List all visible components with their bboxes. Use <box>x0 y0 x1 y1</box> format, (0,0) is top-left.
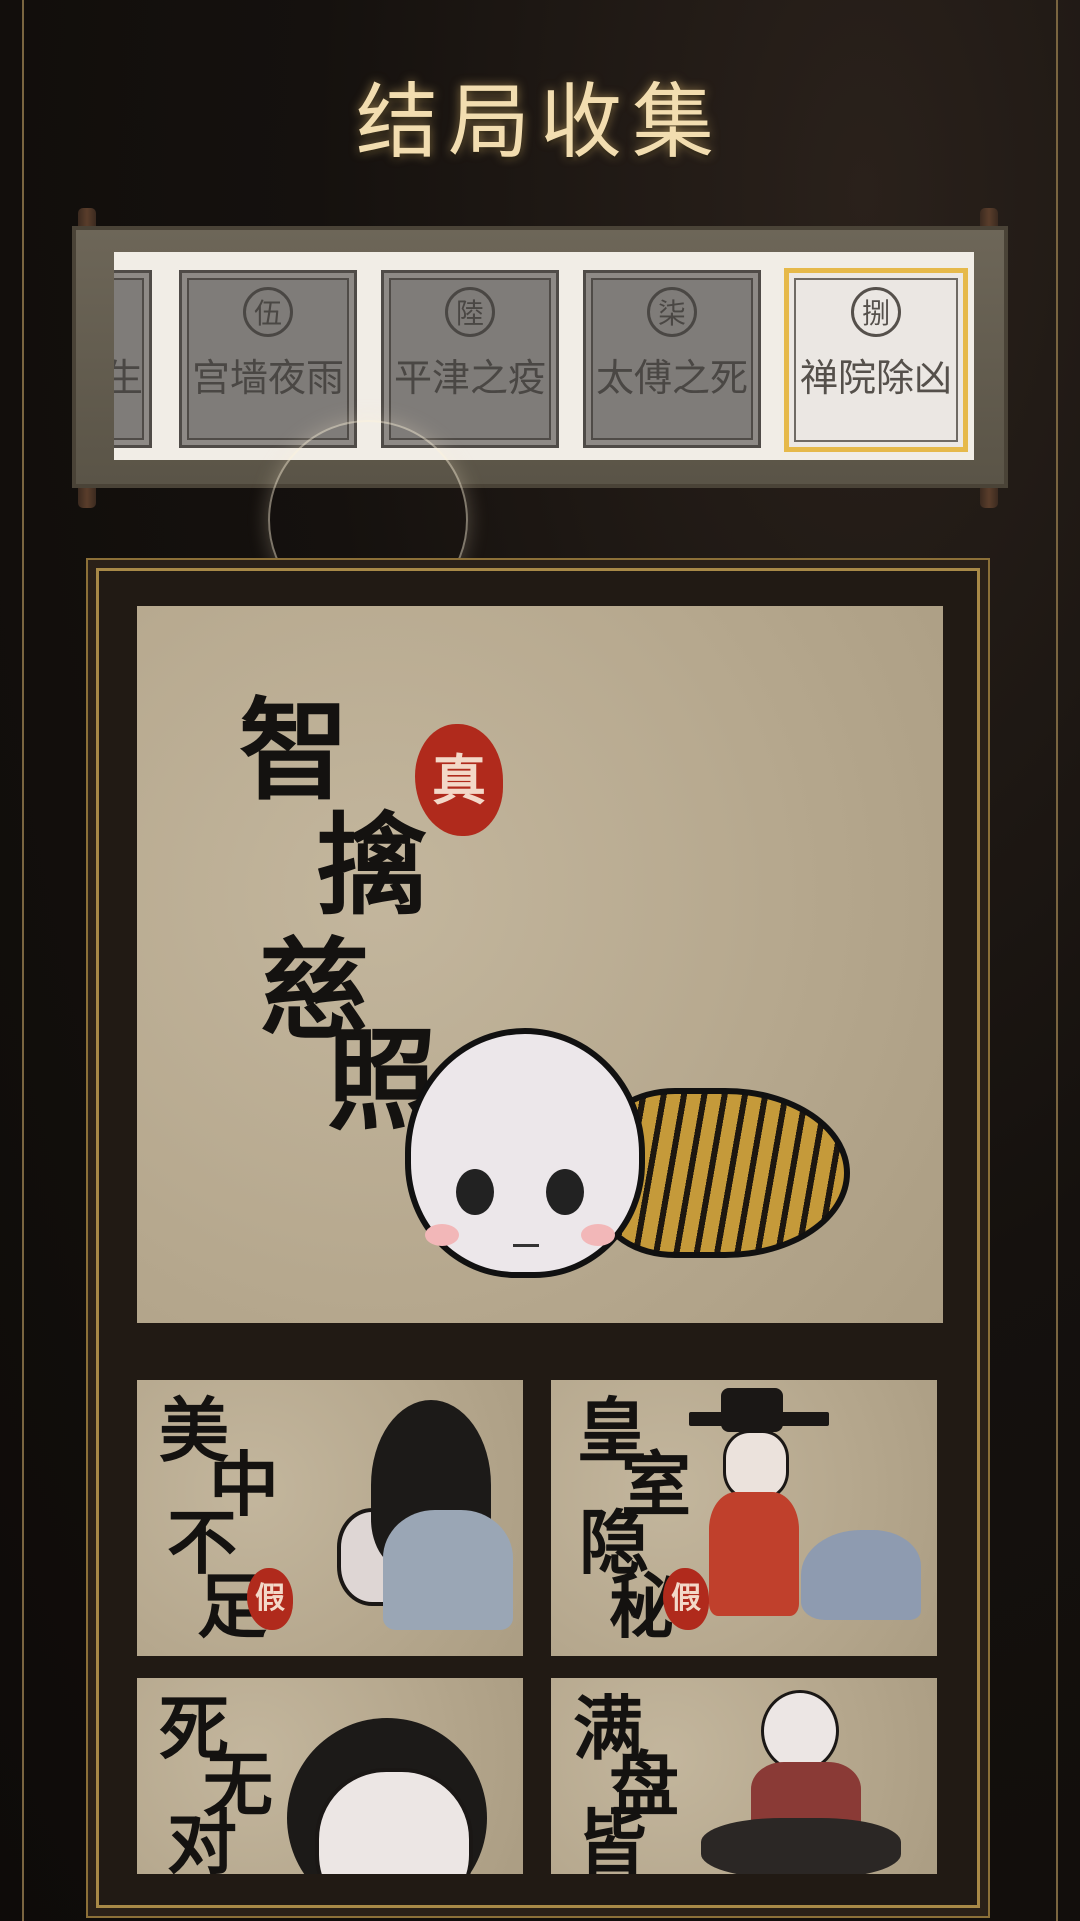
chapter-tab-label: 太傅之死 <box>595 356 748 400</box>
page-title: 结局收集 <box>355 75 724 170</box>
chapter-tab-strip[interactable]: 生 伍 宫墙夜雨 陸 平津之疫 柒 太傅之死 捌 禅院除凶 <box>114 252 974 460</box>
official-hat <box>721 1388 783 1432</box>
ending-title-char: 擒 <box>317 801 427 930</box>
chapter-tab-7[interactable]: 柒 太傅之死 <box>583 270 761 448</box>
chapter-number-badge: 陸 <box>445 287 495 337</box>
ending-card-2[interactable]: 皇 室 隐 秘 假 <box>551 1380 937 1656</box>
false-ending-seal: 假 <box>247 1568 293 1630</box>
eye-right <box>546 1169 584 1215</box>
ending-card-1[interactable]: 美 中 不 足 假 <box>137 1380 523 1656</box>
ending-title-char: 皆 <box>577 1801 647 1875</box>
monk-head-illustration <box>405 1028 645 1278</box>
chapter-tab-label: 生 <box>114 356 143 400</box>
monk-head <box>761 1690 839 1772</box>
ending-card-4[interactable]: 满 盘 皆 <box>551 1678 937 1874</box>
fallen-figures <box>701 1818 901 1874</box>
chapter-tab-6[interactable]: 陸 平津之疫 <box>381 270 559 448</box>
chapter-number-badge: 伍 <box>243 287 293 337</box>
chapter-scroll[interactable]: 生 伍 宫墙夜雨 陸 平津之疫 柒 太傅之死 捌 禅院除凶 <box>72 226 1008 488</box>
false-ending-seal: 假 <box>663 1568 709 1630</box>
chapter-tab-label: 平津之疫 <box>393 356 546 400</box>
official-red-robe <box>709 1492 799 1616</box>
cheek-left <box>425 1224 459 1246</box>
chapter-tab-8[interactable]: 捌 禅院除凶 <box>784 268 968 452</box>
true-ending-seal: 真 <box>415 724 503 836</box>
frame-left-line <box>22 0 24 1921</box>
character-robe <box>383 1510 513 1630</box>
chapter-tab-5[interactable]: 伍 宫墙夜雨 <box>179 270 357 448</box>
chapter-number-badge: 捌 <box>851 287 901 337</box>
kneeling-figure <box>801 1530 921 1620</box>
ending-title-char: 对 <box>167 1801 237 1875</box>
frame-right-line <box>1056 0 1058 1921</box>
cheek-right <box>581 1224 615 1246</box>
chapter-number-badge: 柒 <box>647 287 697 337</box>
ending-title-char: 智 <box>239 686 349 815</box>
ending-card-3[interactable]: 死 无 对 <box>137 1678 523 1874</box>
eye-left <box>456 1169 494 1215</box>
official-face <box>723 1430 789 1500</box>
chapter-tab-partial[interactable]: 生 <box>114 270 152 448</box>
chapter-tab-label: 禅院除凶 <box>799 356 952 400</box>
chapter-tab-label: 宫墙夜雨 <box>191 356 344 400</box>
mouth <box>513 1244 539 1247</box>
